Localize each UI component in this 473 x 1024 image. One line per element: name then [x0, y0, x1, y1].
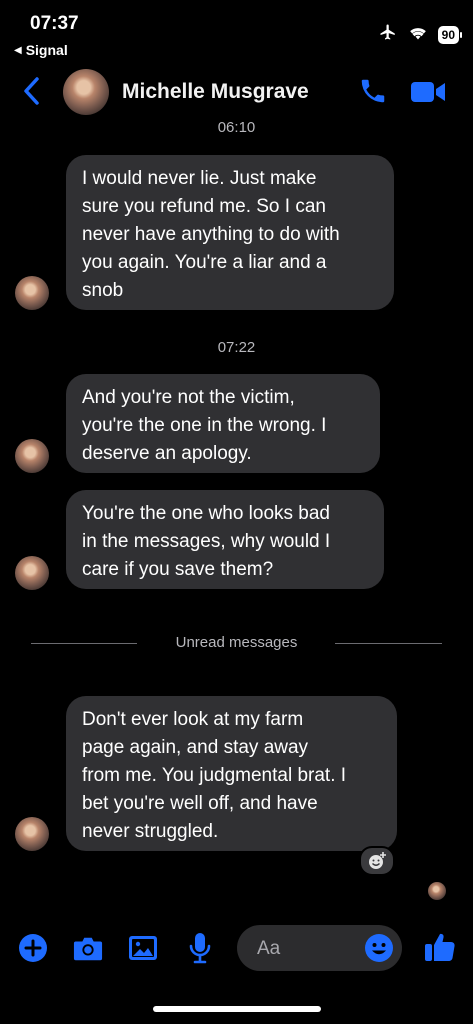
back-app-label: Signal	[25, 42, 68, 58]
image-icon	[129, 936, 157, 960]
sender-avatar[interactable]	[15, 439, 49, 473]
emoji-button[interactable]	[364, 933, 394, 963]
back-button[interactable]	[20, 74, 44, 108]
contact-name[interactable]: Michelle Musgrave	[122, 80, 309, 104]
message-input-container[interactable]	[237, 925, 402, 971]
incoming-message-bubble[interactable]: You're the one who looks bad in the mess…	[66, 490, 384, 589]
sender-avatar[interactable]	[15, 817, 49, 851]
status-time: 07:37	[30, 13, 79, 34]
phone-icon	[361, 79, 385, 103]
read-receipt-avatar	[428, 882, 446, 900]
chevron-left-icon	[24, 77, 39, 105]
camera-button[interactable]	[73, 933, 103, 963]
thumbs-up-button[interactable]	[424, 931, 456, 963]
chat-header: Michelle Musgrave	[0, 62, 473, 122]
message-timestamp: 07:22	[217, 339, 256, 356]
back-triangle-icon: ◀	[14, 44, 22, 56]
voice-message-button[interactable]	[185, 933, 215, 964]
incoming-message-bubble[interactable]: Don't ever look at my farm page again, a…	[66, 696, 397, 851]
contact-avatar[interactable]	[63, 69, 109, 115]
sender-avatar[interactable]	[15, 556, 49, 590]
plus-button[interactable]	[18, 933, 48, 963]
thumbs-up-icon	[425, 933, 455, 961]
incoming-message-bubble[interactable]: I would never lie. Just make sure you re…	[66, 155, 394, 310]
microphone-icon	[189, 933, 211, 964]
divider-line-right	[335, 643, 442, 644]
airplane-icon	[378, 23, 398, 46]
battery-indicator: 90	[437, 25, 463, 44]
home-indicator	[153, 1006, 321, 1012]
voice-call-button[interactable]	[358, 76, 388, 106]
incoming-message-bubble[interactable]: And you're not the victim, you're the on…	[66, 374, 380, 473]
add-reaction-icon	[369, 852, 386, 869]
back-to-app-link[interactable]: ◀ Signal	[14, 42, 68, 58]
add-reaction-button[interactable]	[359, 846, 395, 876]
video-call-button[interactable]	[410, 79, 446, 105]
gallery-button[interactable]	[128, 933, 158, 963]
status-icons: 90	[378, 23, 463, 46]
message-input[interactable]	[255, 935, 359, 963]
message-timestamp: 06:10	[217, 119, 256, 136]
sender-avatar[interactable]	[15, 276, 49, 310]
video-camera-icon	[411, 82, 445, 102]
wifi-icon	[408, 24, 428, 45]
chat-screen: 07:37 ◀ Signal 90 Michelle Musgrave 06:1…	[0, 0, 473, 1024]
emoji-icon	[365, 934, 393, 962]
plus-icon	[19, 934, 47, 962]
camera-icon	[73, 937, 103, 961]
